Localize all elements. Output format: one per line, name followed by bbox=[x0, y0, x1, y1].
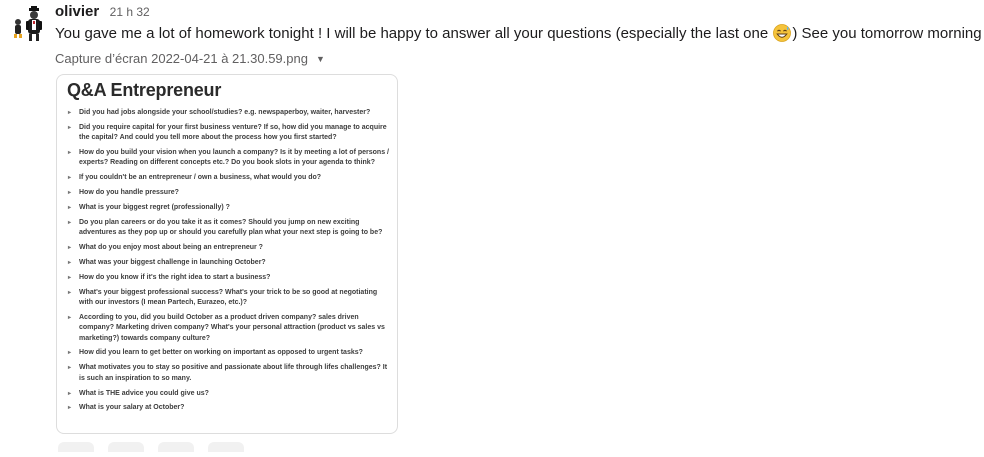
triangle-right-icon: ▸ bbox=[68, 405, 72, 412]
question-item: ▸ What do you enjoy most about being an e… bbox=[67, 243, 389, 253]
question-text: How do you build your vision when you la… bbox=[79, 149, 389, 167]
triangle-right-icon: ▸ bbox=[68, 110, 72, 116]
triangle-right-icon: ▸ bbox=[68, 365, 72, 372]
question-text: How did you learn to get better on worki… bbox=[79, 349, 363, 357]
triangle-right-icon: ▸ bbox=[68, 205, 72, 212]
question-text: What is your biggest regret (professiona… bbox=[79, 204, 230, 212]
file-name: Capture d’écran 2022-04-21 à 21.30.59.pn… bbox=[55, 51, 308, 66]
triangle-right-icon: ▸ bbox=[68, 124, 72, 131]
image-attachment-preview[interactable]: Q&A Entrepreneur ▸ Did you had jobs along… bbox=[56, 74, 398, 434]
question-item: ▸ If you couldn't be an entrepreneur / ow… bbox=[67, 173, 389, 183]
triangle-right-icon: ▸ bbox=[68, 190, 72, 197]
question-text: What motivates you to stay so positive a… bbox=[79, 364, 388, 382]
triangle-right-icon: ▸ bbox=[68, 274, 72, 281]
question-list: ▸ Did you had jobs alongside your school/… bbox=[67, 108, 389, 418]
triangle-right-icon: ▸ bbox=[68, 175, 72, 182]
question-item: ▸ Did you had jobs alongside your school/… bbox=[67, 108, 389, 118]
triangle-right-icon: ▸ bbox=[68, 350, 72, 357]
question-text: What was your biggest challenge in launc… bbox=[79, 259, 266, 267]
question-text: According to you, did you build October … bbox=[79, 313, 385, 342]
reaction-pill[interactable] bbox=[108, 442, 144, 452]
question-text: What's your biggest professional success… bbox=[79, 288, 378, 307]
triangle-right-icon: ▸ bbox=[68, 260, 72, 267]
question-item: ▸ How do you handle pressure? bbox=[67, 188, 389, 198]
grinning-sweat-emoji-icon bbox=[773, 24, 792, 42]
question-item: ▸ How do you know if it's the right idea … bbox=[67, 273, 389, 283]
question-item: ▸ What is THE advice you could give us? bbox=[67, 389, 389, 399]
triangle-right-icon: ▸ bbox=[68, 289, 72, 296]
question-text: What do you enjoy most about being an en… bbox=[79, 244, 263, 252]
question-item: ▸ How did you learn to get better on work… bbox=[67, 348, 389, 358]
question-item: ▸ What's your biggest professional succes… bbox=[67, 288, 389, 309]
question-text: Did you had jobs alongside your school/s… bbox=[79, 109, 371, 116]
triangle-right-icon: ▸ bbox=[68, 314, 72, 321]
question-item: ▸ What was your biggest challenge in laun… bbox=[67, 258, 389, 268]
reaction-pill[interactable] bbox=[208, 442, 244, 452]
file-name-link[interactable]: Capture d’écran 2022-04-21 à 21.30.59.pn… bbox=[55, 51, 325, 66]
message-text: You gave me a lot of homework tonight ! … bbox=[55, 24, 984, 44]
caret-down-icon[interactable]: ▼ bbox=[316, 54, 325, 64]
reaction-bar bbox=[58, 439, 258, 457]
question-text: How do you know if it's the right idea t… bbox=[79, 273, 271, 281]
question-text: Do you plan careers or do you take it as… bbox=[79, 218, 383, 237]
question-text: How do you handle pressure? bbox=[79, 189, 179, 197]
triangle-right-icon: ▸ bbox=[68, 245, 72, 252]
triangle-right-icon: ▸ bbox=[68, 219, 72, 226]
question-text: If you couldn't be an entrepreneur / own… bbox=[79, 174, 322, 182]
question-item: ▸ What is your biggest regret (profession… bbox=[67, 203, 389, 213]
question-item: ▸ What is your salary at October? bbox=[67, 403, 389, 413]
penguin-avatar-icon bbox=[10, 6, 46, 42]
message-timestamp[interactable]: 21 h 32 bbox=[110, 5, 150, 19]
author-name[interactable]: olivier bbox=[55, 3, 99, 20]
question-item: ▸ Do you plan careers or do you take it a… bbox=[67, 218, 389, 239]
question-text: What is THE advice you could give us? bbox=[79, 389, 209, 397]
reaction-pill[interactable] bbox=[58, 442, 94, 452]
question-item: ▸ According to you, did you build October… bbox=[67, 313, 389, 344]
question-text: What is your salary at October? bbox=[79, 404, 185, 412]
question-item: ▸ What motivates you to stay so positive … bbox=[67, 363, 389, 384]
message-header: olivier 21 h 32 bbox=[55, 3, 150, 21]
reaction-pill[interactable] bbox=[158, 442, 194, 452]
message-text-part-2: ) See you tomorrow morning ! ( bbox=[792, 25, 984, 42]
question-item: ▸ Did you require capital for your first … bbox=[67, 123, 389, 144]
avatar[interactable] bbox=[10, 6, 46, 42]
question-text: Did you require capital for your first b… bbox=[79, 123, 387, 142]
document-title: Q&A Entrepreneur bbox=[67, 80, 222, 100]
triangle-right-icon: ▸ bbox=[68, 390, 72, 397]
question-item: ▸ How do you build your vision when you l… bbox=[67, 148, 389, 169]
message-text-part-1: You gave me a lot of homework tonight ! … bbox=[55, 25, 773, 42]
triangle-right-icon: ▸ bbox=[68, 150, 72, 157]
